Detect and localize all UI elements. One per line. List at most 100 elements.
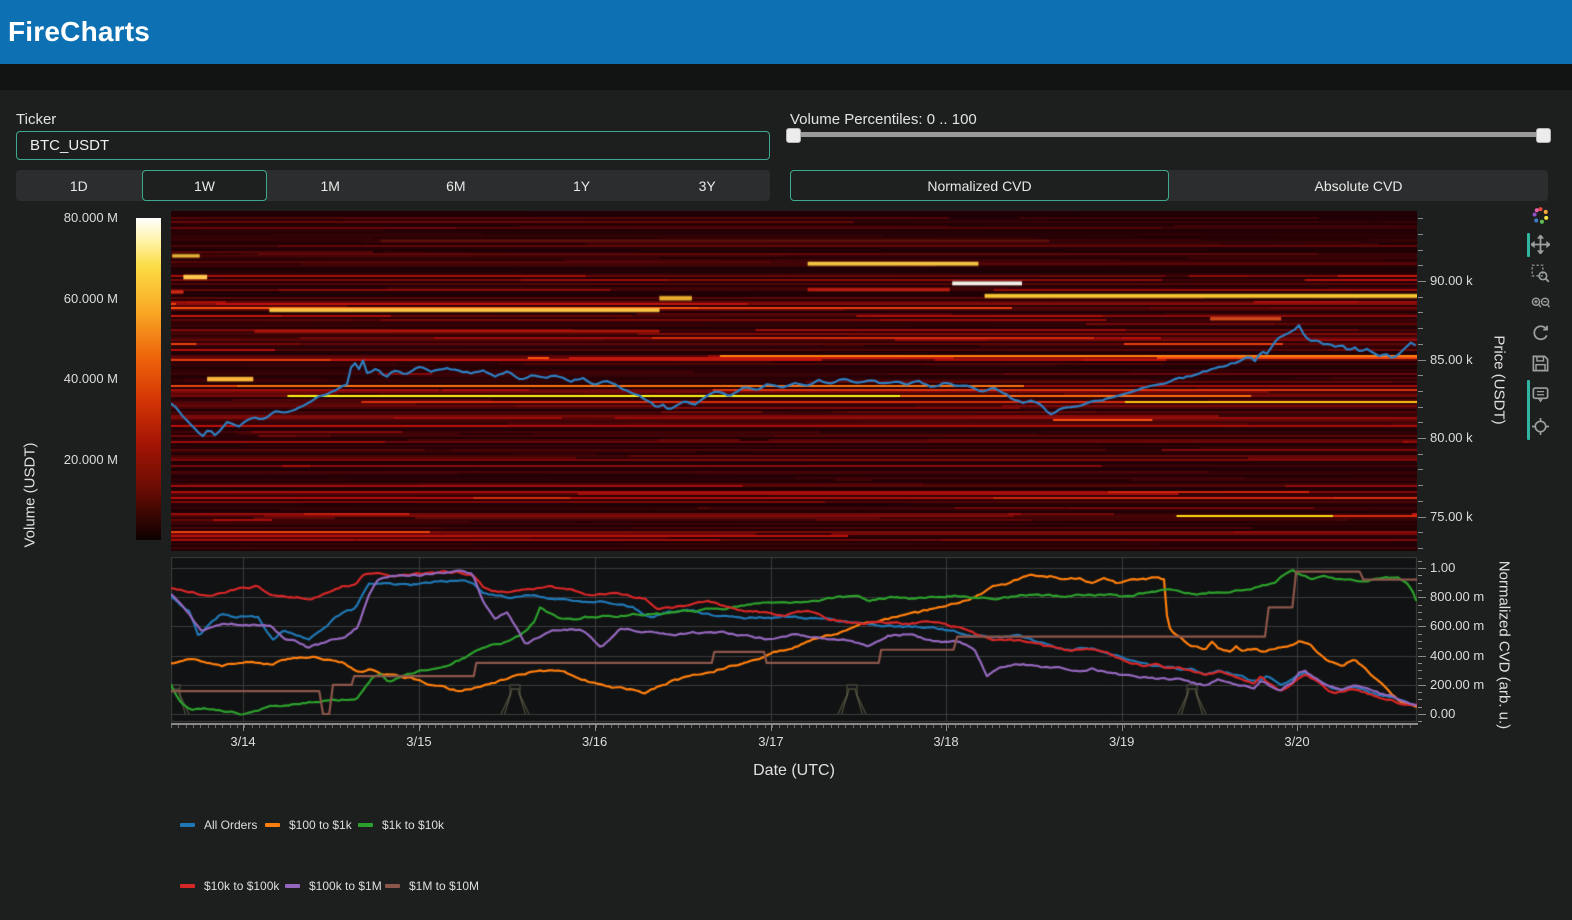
date-minor-tick xyxy=(757,725,758,728)
date-minor-tick xyxy=(222,725,223,728)
autoscale-button-icon[interactable] xyxy=(1531,324,1550,343)
cvd-axis-title: Normalized CVD (arb. u.) xyxy=(1496,561,1513,729)
date-minor-tick xyxy=(1109,725,1110,728)
date-minor-tick xyxy=(640,725,641,728)
date-tick-mark xyxy=(1122,725,1123,731)
date-minor-tick xyxy=(574,725,575,728)
cvd-tick-mark xyxy=(1418,575,1422,576)
date-minor-tick xyxy=(1139,725,1140,728)
date-minor-tick xyxy=(288,725,289,728)
timeframe-button-6m[interactable]: 6M xyxy=(393,170,519,201)
cvd-tick-mark xyxy=(1418,634,1422,635)
cvd-chart-canvas[interactable] xyxy=(171,557,1417,722)
price-tick-mark xyxy=(1418,234,1423,235)
cvd-tick-mark xyxy=(1418,721,1422,722)
date-minor-tick xyxy=(545,725,546,728)
legend-label: $1k to $10k xyxy=(382,818,444,832)
date-minor-tick xyxy=(691,725,692,728)
date-minor-tick xyxy=(926,725,927,728)
date-minor-tick xyxy=(853,725,854,728)
date-minor-tick xyxy=(721,725,722,728)
date-minor-tick xyxy=(1168,725,1169,728)
price-tick-mark xyxy=(1418,297,1423,298)
date-minor-tick xyxy=(325,725,326,728)
cvd-tick-mark xyxy=(1418,663,1422,664)
date-minor-tick xyxy=(1358,725,1359,728)
date-minor-tick xyxy=(941,725,942,728)
pan-button-icon[interactable] xyxy=(1531,235,1550,254)
price-tick-mark xyxy=(1418,485,1423,486)
timeframe-button-1d[interactable]: 1D xyxy=(16,170,142,201)
date-minor-tick xyxy=(1344,725,1345,728)
volume-heatmap-canvas[interactable] xyxy=(171,211,1417,551)
date-minor-tick xyxy=(633,725,634,728)
date-tick-label: 3/16 xyxy=(565,734,625,749)
date-minor-tick xyxy=(428,725,429,728)
date-minor-tick xyxy=(1307,725,1308,728)
modebar-active-indicator xyxy=(1527,380,1530,440)
date-minor-tick xyxy=(1256,725,1257,728)
date-minor-tick xyxy=(362,725,363,728)
legend-swatch xyxy=(180,823,195,827)
percentile-slider-handle-high[interactable] xyxy=(1536,128,1551,143)
date-minor-tick xyxy=(1410,725,1411,728)
date-minor-tick xyxy=(1227,725,1228,728)
timeframe-button-1w[interactable]: 1W xyxy=(142,170,268,201)
plotly-logo-icon[interactable] xyxy=(1531,206,1550,225)
app-header: FireCharts xyxy=(0,0,1572,64)
legend-item--1k-to-10k[interactable]: $1k to $10k xyxy=(358,818,444,831)
app-root: FireCharts Ticker Volume Percentiles: 0 … xyxy=(0,0,1572,920)
colorbar-tick-label: 60.000 M xyxy=(0,291,118,306)
ticker-input[interactable] xyxy=(16,131,770,160)
toggle-hover-button-icon[interactable] xyxy=(1531,385,1550,404)
percentile-slider-track[interactable] xyxy=(790,132,1548,137)
cvd-tick-mark xyxy=(1418,648,1422,649)
app-title: FireCharts xyxy=(8,16,150,48)
date-minor-tick xyxy=(735,725,736,728)
timeframe-button-1y[interactable]: 1Y xyxy=(519,170,645,201)
modebar-active-indicator xyxy=(1527,233,1530,257)
legend-item-all-orders[interactable]: All Orders xyxy=(180,818,257,831)
header-substrip xyxy=(0,64,1572,90)
save-button-icon[interactable] xyxy=(1531,354,1550,373)
legend-item--1m-to-10m[interactable]: $1M to $10M xyxy=(385,879,479,892)
date-minor-tick xyxy=(809,725,810,728)
date-minor-tick xyxy=(1153,725,1154,728)
cvd-tick-mark xyxy=(1418,568,1426,569)
legend-label: $1M to $10M xyxy=(409,879,479,893)
legend-item--100-to-1k[interactable]: $100 to $1k xyxy=(265,818,352,831)
date-minor-tick xyxy=(743,725,744,728)
date-minor-tick xyxy=(252,725,253,728)
date-minor-tick xyxy=(1021,725,1022,728)
legend-item--10k-to-100k[interactable]: $10k to $100k xyxy=(180,879,279,892)
date-minor-tick xyxy=(398,725,399,728)
cvd-tick-label: 200.00 m xyxy=(1430,677,1484,692)
date-minor-tick xyxy=(200,725,201,728)
date-minor-tick xyxy=(845,725,846,728)
date-minor-tick xyxy=(1190,725,1191,728)
date-minor-tick xyxy=(1336,725,1337,728)
date-minor-tick xyxy=(728,725,729,728)
cvd-mode-button-group: Normalized CVDAbsolute CVD xyxy=(790,170,1548,201)
date-minor-tick xyxy=(552,725,553,728)
date-tick-label: 3/18 xyxy=(916,734,976,749)
timeframe-button-group: 1D1W1M6M1Y3Y xyxy=(16,170,770,201)
cvd-mode-button-absolute-cvd[interactable]: Absolute CVD xyxy=(1169,170,1548,201)
price-tick-mark xyxy=(1418,281,1426,282)
cvd-mode-button-normalized-cvd[interactable]: Normalized CVD xyxy=(790,170,1169,201)
percentile-slider-handle-low[interactable] xyxy=(786,128,801,143)
date-minor-tick xyxy=(391,725,392,728)
toggle-spikelines-button-icon[interactable] xyxy=(1531,417,1550,436)
date-minor-tick xyxy=(882,725,883,728)
ticker-label: Ticker xyxy=(16,111,56,128)
cvd-tick-label: 1.00 xyxy=(1430,560,1455,575)
cvd-tick-mark xyxy=(1418,597,1426,598)
timeframe-button-1m[interactable]: 1M xyxy=(267,170,393,201)
timeframe-button-3y[interactable]: 3Y xyxy=(644,170,770,201)
date-minor-tick xyxy=(816,725,817,728)
date-minor-tick xyxy=(1380,725,1381,728)
date-minor-tick xyxy=(1271,725,1272,728)
box-zoom-button-icon[interactable] xyxy=(1531,264,1550,283)
legend-item--100k-to-1m[interactable]: $100k to $1M xyxy=(285,879,382,892)
zoom-in-out-button-icon[interactable] xyxy=(1531,294,1550,313)
